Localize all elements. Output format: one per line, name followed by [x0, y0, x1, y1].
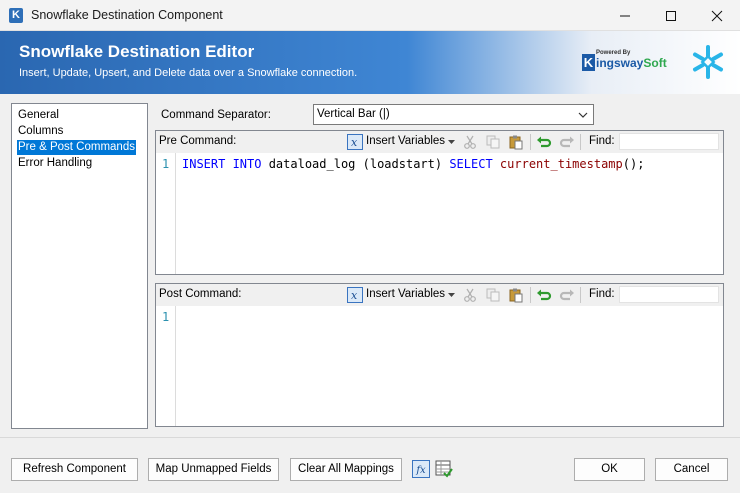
code-token: SELECT [449, 157, 493, 171]
snowflake-icon [693, 45, 723, 79]
line-number-gutter: 1 [156, 153, 176, 274]
brand-name: ingswaySoft [596, 56, 667, 70]
clear-all-mappings-button[interactable]: Clear All Mappings [290, 458, 402, 481]
post-find-input[interactable] [619, 286, 719, 303]
line-number: 1 [162, 310, 170, 324]
pre-command-code[interactable]: INSERT INTO dataload_log (loadstart) SEL… [182, 157, 644, 171]
post-command-panel: Post Command: x Insert Variables Find: 1 [155, 283, 724, 427]
ok-button[interactable]: OK [574, 458, 645, 481]
cut-icon[interactable] [462, 287, 478, 303]
line-number: 1 [162, 157, 170, 171]
brand-name-part2: Soft [643, 56, 667, 70]
post-command-toolbar: Post Command: x Insert Variables Find: [156, 284, 723, 306]
minimize-button[interactable] [602, 0, 648, 31]
post-find-label: Find: [589, 288, 615, 300]
insert-variable-icon[interactable]: x [347, 287, 363, 303]
svg-text:x: x [351, 136, 358, 149]
toolbar-separator [530, 287, 531, 303]
map-unmapped-fields-button[interactable]: Map Unmapped Fields [148, 458, 279, 481]
paste-icon[interactable] [508, 287, 524, 303]
insert-variable-icon[interactable]: x [347, 134, 363, 150]
copy-icon[interactable] [485, 134, 501, 150]
cut-icon[interactable] [462, 134, 478, 150]
nav-item-columns[interactable]: Columns [17, 124, 64, 139]
brand-k-mark: K [582, 54, 595, 71]
app-icon: K [9, 8, 23, 23]
refresh-component-button[interactable]: Refresh Component [11, 458, 138, 481]
brand-name-part1: ingsway [596, 56, 644, 70]
expression-icon-label: fx [416, 465, 426, 476]
pre-command-editor[interactable]: 1 INSERT INTO dataload_log (loadstart) S… [156, 153, 723, 274]
kingswaysoft-logo: Powered By K ingswaySoft [582, 50, 672, 80]
post-command-editor[interactable]: 1 [156, 306, 723, 426]
code-token: dataload_log (loadstart) [261, 157, 450, 171]
cancel-button[interactable]: Cancel [655, 458, 728, 481]
pre-insert-variables-button[interactable]: Insert Variables [366, 135, 445, 147]
post-insert-variables-button[interactable]: Insert Variables [366, 288, 445, 300]
pre-find-input[interactable] [619, 133, 719, 150]
section-navigation: General Columns Pre & Post Commands Erro… [11, 103, 148, 429]
redo-icon[interactable] [559, 134, 575, 150]
svg-text:x: x [351, 289, 358, 302]
nav-item-general[interactable]: General [17, 108, 60, 123]
nav-item-error-handling[interactable]: Error Handling [17, 156, 93, 171]
close-icon [711, 10, 723, 22]
undo-icon[interactable] [536, 134, 552, 150]
post-command-label: Post Command: [159, 288, 242, 300]
grid-icon[interactable] [435, 460, 453, 478]
window-title: Snowflake Destination Component [31, 8, 223, 22]
command-separator-label: Command Separator: [161, 109, 271, 121]
code-token: current_timestamp [499, 157, 623, 171]
footer-divider [0, 437, 740, 438]
dropdown-caret-icon[interactable] [448, 293, 455, 297]
maximize-icon [666, 11, 676, 21]
undo-icon[interactable] [536, 287, 552, 303]
title-bar: K Snowflake Destination Component [0, 0, 740, 31]
command-separator-value: Vertical Bar (|) [317, 108, 390, 120]
pre-command-toolbar: Pre Command: x Insert Variables Find: [156, 131, 723, 153]
pre-command-panel: Pre Command: x Insert Variables Find: 1 … [155, 130, 724, 275]
expression-icon[interactable]: fx [412, 460, 430, 478]
editor-subtitle: Insert, Update, Upsert, and Delete data … [19, 67, 358, 79]
paste-icon[interactable] [508, 134, 524, 150]
pre-find-label: Find: [589, 135, 615, 147]
line-number-gutter: 1 [156, 306, 176, 426]
code-token: INSERT INTO [182, 157, 262, 171]
toolbar-separator [580, 287, 581, 303]
maximize-button[interactable] [648, 0, 694, 31]
toolbar-separator [530, 134, 531, 150]
copy-icon[interactable] [485, 287, 501, 303]
minimize-icon [620, 15, 630, 17]
editor-header: Snowflake Destination Editor Insert, Upd… [0, 31, 740, 94]
toolbar-separator [580, 134, 581, 150]
command-separator-select[interactable]: Vertical Bar (|) [313, 104, 594, 125]
editor-title: Snowflake Destination Editor [19, 42, 255, 61]
redo-icon[interactable] [559, 287, 575, 303]
chevron-down-icon [578, 112, 588, 118]
close-button[interactable] [694, 0, 740, 31]
pre-command-label: Pre Command: [159, 135, 237, 147]
code-token: (); [622, 157, 645, 171]
dropdown-caret-icon[interactable] [448, 140, 455, 144]
nav-item-pre-post-commands[interactable]: Pre & Post Commands [17, 140, 136, 155]
